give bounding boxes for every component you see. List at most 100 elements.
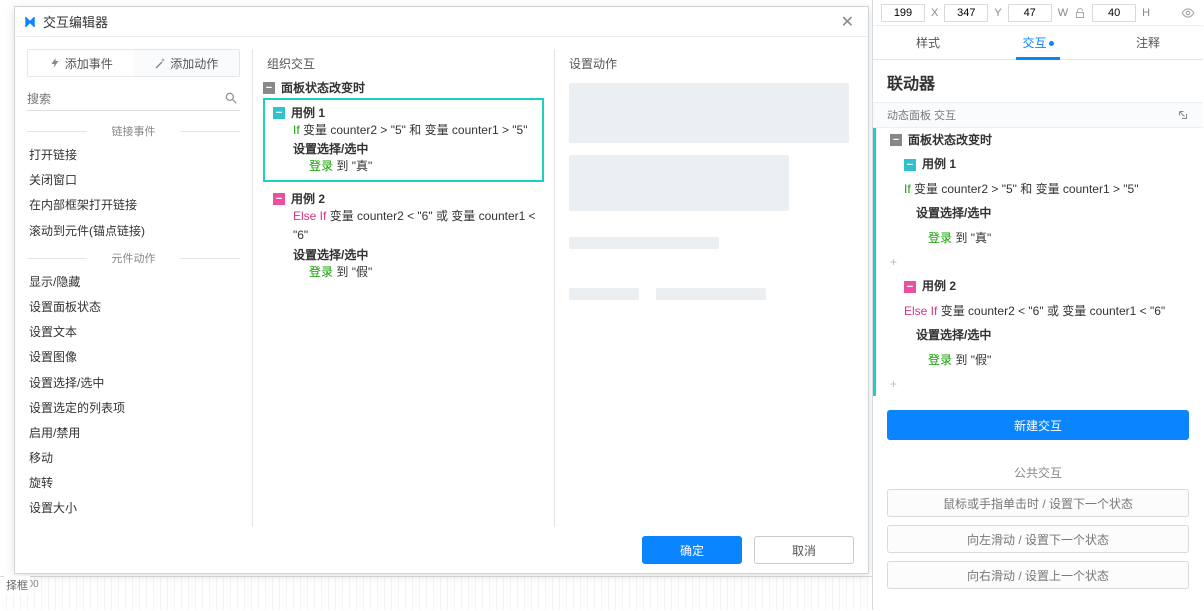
action-set-size[interactable]: 设置大小 (27, 496, 240, 521)
collapse-icon[interactable]: − (273, 193, 285, 205)
search-input[interactable] (27, 87, 240, 111)
side-case-2[interactable]: − 用例 2 (876, 274, 1203, 298)
case-1-action[interactable]: 登录 到 "真" (309, 157, 534, 174)
tab-add-event-label: 添加事件 (65, 55, 113, 72)
collapse-icon[interactable]: − (904, 159, 916, 171)
x-input[interactable] (881, 4, 925, 22)
inspector-panel: X Y W H 样式 交互 注释 联动器 动态面板 交互 − 面板状态改变时 −… (872, 0, 1203, 610)
preset-item[interactable]: 向右滑动 / 设置上一个状态 (887, 561, 1189, 589)
placeholder-line (569, 237, 719, 249)
x-label: X (931, 7, 938, 19)
event-name: 面板状态改变时 (281, 79, 365, 96)
y-input[interactable] (944, 4, 988, 22)
dialog-right-column: 设置动作 (555, 49, 868, 527)
side-case-1-cond[interactable]: If 变量 counter2 > "5" 和 变量 counter1 > "5" (876, 177, 1203, 201)
tab-add-action-label: 添加动作 (170, 55, 218, 72)
side-event-header[interactable]: − 面板状态改变时 (876, 128, 1203, 152)
y-label: Y (994, 7, 1001, 19)
preset-list: 鼠标或手指单击时 / 设置下一个状态 向左滑动 / 设置下一个状态 向右滑动 /… (873, 489, 1203, 589)
action-set-selected[interactable]: 设置选择/选中 (27, 371, 240, 396)
side-case-2-cond[interactable]: Else If 变量 counter2 < "6" 或 变量 counter1 … (876, 299, 1203, 323)
side-case-2-step[interactable]: 设置选择/选中 (876, 323, 1203, 347)
search-row (27, 87, 240, 111)
tab-add-action[interactable]: 添加动作 (134, 50, 240, 76)
side-case-2-action[interactable]: 登录 到 "假" (876, 348, 1203, 372)
widget-name[interactable]: 联动器 (873, 60, 1203, 102)
case-1-title: 用例 1 (291, 104, 325, 121)
h-label: H (1142, 7, 1150, 19)
case-2-action[interactable]: 登录 到 "假" (309, 263, 536, 280)
side-case-1[interactable]: − 用例 1 (876, 152, 1203, 176)
interaction-editor-dialog: 交互编辑器 ✕ 添加事件 添加动作 链接事件 打开链接 (14, 6, 869, 574)
action-set-image[interactable]: 设置图像 (27, 345, 240, 370)
side-case-1-action[interactable]: 登录 到 "真" (876, 226, 1203, 250)
action-show-hide[interactable]: 显示/隐藏 (27, 270, 240, 295)
dialog-footer: 确定 取消 (15, 527, 868, 573)
public-interactions-title: 公共交互 (873, 464, 1203, 481)
wand-icon (154, 57, 166, 69)
action-open-in-frame[interactable]: 在内部框架打开链接 (27, 193, 240, 218)
case-2-condition[interactable]: Else If 变量 counter2 < "6" 或 变量 counter1 … (293, 207, 536, 245)
mid-header: 组织交互 (253, 49, 554, 77)
event-header[interactable]: − 面板状态改变时 (257, 77, 550, 98)
action-rotate[interactable]: 旋转 (27, 471, 240, 496)
add-action-icon[interactable]: + (876, 372, 1203, 396)
lock-icon[interactable] (1074, 7, 1086, 19)
case-1-condition[interactable]: If 变量 counter2 > "5" 和 变量 counter1 > "5" (293, 121, 534, 140)
placeholder-line (569, 288, 639, 300)
placeholder-block (569, 83, 849, 143)
collapse-icon[interactable]: − (263, 82, 275, 94)
h-input[interactable] (1092, 4, 1136, 22)
case-1-step[interactable]: 设置选择/选中 (293, 140, 534, 157)
tab-interactions[interactable]: 交互 (983, 34, 1093, 59)
action-scroll-to[interactable]: 滚动到元件(锚点链接) (27, 219, 240, 244)
action-set-panel[interactable]: 设置面板状态 (27, 295, 240, 320)
case-1[interactable]: − 用例 1 If 变量 counter2 > "5" 和 变量 counter… (263, 98, 544, 182)
canvas-ruler: 500 (0, 576, 872, 610)
section-header[interactable]: 动态面板 交互 (873, 102, 1203, 128)
action-open-link[interactable]: 打开链接 (27, 143, 240, 168)
side-case-1-step[interactable]: 设置选择/选中 (876, 201, 1203, 225)
add-action-icon[interactable]: + (876, 250, 1203, 274)
placeholder-block (569, 155, 789, 211)
w-input[interactable] (1008, 4, 1052, 22)
action-set-list-item[interactable]: 设置选定的列表项 (27, 396, 240, 421)
tab-notes[interactable]: 注释 (1093, 34, 1203, 59)
tab-add-event[interactable]: 添加事件 (28, 50, 134, 76)
cancel-button[interactable]: 取消 (754, 536, 854, 564)
tab-style[interactable]: 样式 (873, 34, 983, 59)
left-tabs: 添加事件 添加动作 (27, 49, 240, 77)
preset-item[interactable]: 向左滑动 / 设置下一个状态 (887, 525, 1189, 553)
w-label: W (1058, 7, 1068, 19)
interaction-tree: − 面板状态改变时 − 用例 1 If 变量 counter2 > "5" 和 … (873, 128, 1203, 396)
search-icon[interactable] (224, 91, 238, 105)
selection-label: 择框 (4, 576, 30, 594)
preset-item[interactable]: 鼠标或手指单击时 / 设置下一个状态 (887, 489, 1189, 517)
action-close-window[interactable]: 关闭窗口 (27, 168, 240, 193)
action-move[interactable]: 移动 (27, 446, 240, 471)
collapse-icon[interactable]: − (904, 281, 916, 293)
popout-icon[interactable] (1177, 109, 1189, 121)
properties-row: X Y W H (873, 0, 1203, 26)
left-column: 添加事件 添加动作 链接事件 打开链接 关闭窗口 在内部框架打开链接 滚动到元件… (15, 49, 253, 527)
placeholder-line (656, 288, 766, 300)
new-interaction-button[interactable]: 新建交互 (887, 410, 1189, 440)
action-enable[interactable]: 启用/禁用 (27, 421, 240, 446)
case-2[interactable]: − 用例 2 Else If 变量 counter2 < "6" 或 变量 co… (263, 186, 544, 285)
group-widget-label: 元件动作 (27, 250, 240, 266)
case-2-step[interactable]: 设置选择/选中 (293, 246, 536, 263)
inspector-tabs: 样式 交互 注释 (873, 26, 1203, 60)
case-2-title: 用例 2 (291, 190, 325, 207)
collapse-icon[interactable]: − (890, 134, 902, 146)
lightning-icon (49, 57, 61, 69)
group-links-label: 链接事件 (27, 123, 240, 139)
action-set-text[interactable]: 设置文本 (27, 320, 240, 345)
ok-button[interactable]: 确定 (642, 536, 742, 564)
right-header: 设置动作 (555, 49, 868, 77)
dialog-title: 交互编辑器 (43, 12, 108, 31)
action-list: 链接事件 打开链接 关闭窗口 在内部框架打开链接 滚动到元件(锚点链接) 元件动… (27, 117, 240, 527)
app-logo-icon (23, 15, 37, 29)
collapse-icon[interactable]: − (273, 107, 285, 119)
visibility-icon[interactable] (1181, 6, 1195, 20)
close-icon[interactable]: ✕ (835, 10, 860, 34)
